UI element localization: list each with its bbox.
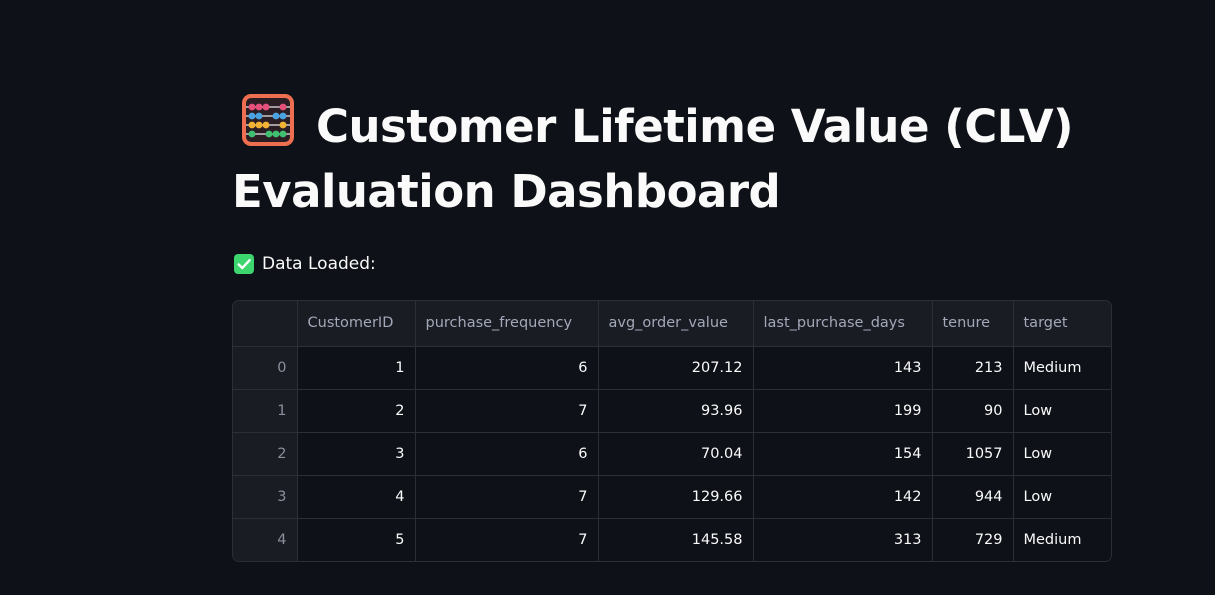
row-index-cell[interactable]: 1 (233, 389, 298, 433)
row-index-cell[interactable]: 4 (233, 518, 298, 561)
data-loaded-status: Data Loaded: (232, 252, 1112, 276)
customerid-cell[interactable]: 3 (297, 432, 416, 476)
customerid-cell[interactable]: 1 (297, 346, 416, 390)
column-header-index[interactable] (233, 301, 298, 347)
row-index-cell[interactable]: 0 (233, 346, 298, 390)
target-cell[interactable]: Low (1013, 389, 1111, 433)
purchase-frequency-cell[interactable]: 7 (415, 475, 599, 519)
target-cell[interactable]: Low (1013, 432, 1111, 476)
avg-order-value-cell[interactable]: 129.66 (598, 475, 754, 519)
title-line-2: Evaluation Dashboard (232, 165, 781, 218)
last-purchase-days-cell[interactable]: 199 (753, 389, 933, 433)
column-header-last-purchase-days[interactable]: last_purchase_days (753, 301, 933, 347)
avg-order-value-cell[interactable]: 145.58 (598, 518, 754, 561)
row-index-cell[interactable]: 2 (233, 432, 298, 476)
last-purchase-days-cell[interactable]: 142 (753, 475, 933, 519)
dataframe[interactable]: CustomerID purchase_frequency avg_order_… (232, 300, 1112, 562)
tenure-cell[interactable]: 213 (932, 346, 1014, 390)
column-header-avg-order-value[interactable]: avg_order_value (598, 301, 754, 347)
target-cell[interactable]: Medium (1013, 518, 1111, 561)
table-row: 1 2 7 93.96 199 90 Low (233, 389, 1111, 433)
data-table: CustomerID purchase_frequency avg_order_… (233, 301, 1111, 561)
customerid-cell[interactable]: 4 (297, 475, 416, 519)
purchase-frequency-cell[interactable]: 7 (415, 518, 599, 561)
table-row: 3 4 7 129.66 142 944 Low (233, 475, 1111, 519)
page-title: Customer Lifetime Value (CLV) Evaluation… (232, 92, 1112, 224)
customerid-cell[interactable]: 2 (297, 389, 416, 433)
column-header-customerid[interactable]: CustomerID (297, 301, 416, 347)
target-cell[interactable]: Medium (1013, 346, 1111, 390)
check-mark-icon (234, 254, 254, 274)
table-header-row: CustomerID purchase_frequency avg_order_… (233, 301, 1111, 347)
data-loaded-text: Data Loaded: (262, 254, 376, 274)
purchase-frequency-cell[interactable]: 6 (415, 346, 599, 390)
tenure-cell[interactable]: 90 (932, 389, 1014, 433)
avg-order-value-cell[interactable]: 70.04 (598, 432, 754, 476)
last-purchase-days-cell[interactable]: 154 (753, 432, 933, 476)
purchase-frequency-cell[interactable]: 6 (415, 432, 599, 476)
column-header-purchase-frequency[interactable]: purchase_frequency (415, 301, 599, 347)
tenure-cell[interactable]: 944 (932, 475, 1014, 519)
last-purchase-days-cell[interactable]: 313 (753, 518, 933, 561)
column-header-tenure[interactable]: tenure (932, 301, 1014, 347)
tenure-cell[interactable]: 729 (932, 518, 1014, 561)
purchase-frequency-cell[interactable]: 7 (415, 389, 599, 433)
table-row: 2 3 6 70.04 154 1057 Low (233, 432, 1111, 476)
avg-order-value-cell[interactable]: 207.12 (598, 346, 754, 390)
title-text-line-1: Customer Lifetime Value (CLV) (316, 100, 1074, 153)
column-header-target[interactable]: target (1013, 301, 1111, 347)
tenure-cell[interactable]: 1057 (932, 432, 1014, 476)
row-index-cell[interactable]: 3 (233, 475, 298, 519)
abacus-icon (242, 94, 294, 146)
avg-order-value-cell[interactable]: 93.96 (598, 389, 754, 433)
last-purchase-days-cell[interactable]: 143 (753, 346, 933, 390)
main-content: Customer Lifetime Value (CLV) Evaluation… (232, 92, 1112, 562)
table-row: 0 1 6 207.12 143 213 Medium (233, 346, 1111, 390)
title-line-1: Customer Lifetime Value (CLV) (232, 92, 1112, 159)
target-cell[interactable]: Low (1013, 475, 1111, 519)
app-page: Customer Lifetime Value (CLV) Evaluation… (0, 0, 1215, 595)
table-row: 4 5 7 145.58 313 729 Medium (233, 518, 1111, 561)
customerid-cell[interactable]: 5 (297, 518, 416, 561)
